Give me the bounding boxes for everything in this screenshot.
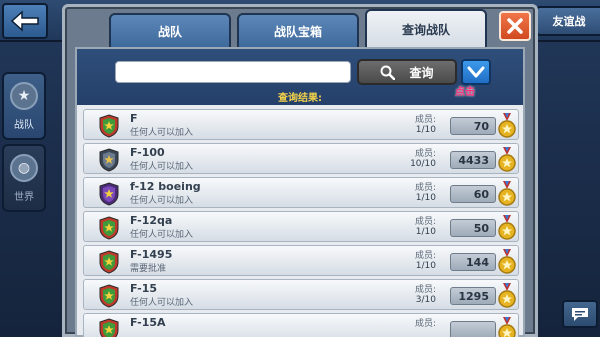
chat-button[interactable] [562, 300, 598, 328]
team-join-policy: 任何人可以加入 [130, 230, 194, 240]
members-count: 10/10 [410, 159, 436, 169]
team-row[interactable]: F-15A 成员: [83, 313, 519, 337]
back-button[interactable] [2, 3, 48, 39]
team-score: 4433 [450, 151, 496, 169]
medal-icon [498, 181, 516, 207]
team-name: F [130, 112, 138, 125]
back-arrow-icon [10, 10, 39, 32]
team-join-policy: 任何人可以加入 [130, 298, 194, 308]
search-button-label: 查询 [409, 65, 434, 80]
team-name: F-12qa [130, 214, 173, 227]
team-name: F-1495 [130, 248, 173, 261]
members-label: 成员: [414, 217, 436, 227]
members-label: 成员: [414, 285, 436, 295]
team-badge-icon [98, 148, 120, 172]
members-count: 3/10 [415, 295, 436, 305]
team-join-policy: 任何人可以加入 [130, 128, 194, 138]
members-count: 1/10 [415, 193, 436, 203]
team-score: 1295 [450, 287, 496, 305]
team-score: 50 [450, 219, 496, 237]
team-row[interactable]: F-100 任何人可以加入 成员: 10/10 4433 [83, 143, 519, 174]
filter-dropdown-button[interactable] [461, 59, 491, 85]
search-area: 查询 点击 查询结果: [77, 49, 523, 105]
medal-icon [498, 147, 516, 173]
team-row[interactable]: F-12qa 任何人可以加入 成员: 1/10 50 [83, 211, 519, 242]
team-shield-icon: ★ [10, 81, 38, 110]
team-name: F-100 [130, 146, 165, 159]
friendly-match-button[interactable]: 友谊战 [536, 6, 600, 36]
friendly-match-label: 友谊战 [552, 15, 586, 28]
medal-icon [498, 317, 516, 337]
team-row[interactable]: F-15 任何人可以加入 成员: 3/10 1295 [83, 279, 519, 310]
team-name: F-15 [130, 282, 158, 295]
close-icon [507, 18, 523, 34]
team-badge-icon [98, 284, 120, 308]
tab-label: 战队宝箱 [273, 24, 322, 39]
team-score: 70 [450, 117, 496, 135]
team-score: 60 [450, 185, 496, 203]
medal-icon [498, 283, 516, 309]
team-badge-icon [98, 318, 120, 337]
team-name: F-15A [130, 316, 166, 329]
team-badge-icon [98, 182, 120, 206]
team-join-policy: 任何人可以加入 [130, 162, 194, 172]
medal-icon [498, 113, 516, 139]
search-input[interactable] [115, 61, 351, 83]
team-name: f-12 boeing [130, 180, 201, 193]
search-icon [380, 65, 396, 80]
chevron-down-icon [467, 66, 485, 78]
team-score: 144 [450, 253, 496, 271]
team-row[interactable]: F 任何人可以加入 成员: 1/10 70 [83, 109, 519, 140]
members-count: 1/10 [415, 261, 436, 271]
side-tabs: ★ 战队 ◍ 世界 [2, 72, 48, 216]
team-badge-icon [98, 216, 120, 240]
team-join-policy: 需要批准 [130, 264, 167, 274]
team-dialog: 战队 战队宝箱 查询战队 查询 点击 查询结果: F 任何人可以加入 成员: 1… [62, 4, 538, 337]
team-badge-icon [98, 114, 120, 138]
medal-icon [498, 249, 516, 275]
tab-search-team[interactable]: 查询战队 [365, 9, 487, 47]
members-label: 成员: [414, 319, 436, 329]
close-button[interactable] [499, 11, 531, 41]
sidebar-item-label: 世界 [14, 191, 34, 203]
members-count: 1/10 [415, 227, 436, 237]
dialog-tabs: 战队 战队宝箱 查询战队 [109, 9, 493, 47]
tab-team-chest[interactable]: 战队宝箱 [237, 13, 359, 47]
search-content: 查询 点击 查询结果: F 任何人可以加入 成员: 1/10 70 F-100 … [75, 47, 525, 337]
sidebar-item-world[interactable]: ◍ 世界 [2, 144, 46, 212]
members-label: 成员: [414, 251, 436, 261]
sidebar-item-label: 战队 [14, 119, 34, 131]
sidebar-item-team[interactable]: ★ 战队 [2, 72, 46, 140]
chat-bubble-icon [572, 308, 588, 321]
team-badge-icon [98, 250, 120, 274]
members-count: 1/10 [415, 125, 436, 135]
team-score [450, 321, 496, 337]
search-button[interactable]: 查询 [357, 59, 457, 85]
results-label: 查询结果: [278, 93, 322, 104]
team-list: F 任何人可以加入 成员: 1/10 70 F-100 任何人可以加入 成员: … [83, 109, 519, 337]
team-row[interactable]: f-12 boeing 任何人可以加入 成员: 1/10 60 [83, 177, 519, 208]
tab-label: 查询战队 [401, 22, 450, 37]
tab-team[interactable]: 战队 [109, 13, 231, 47]
team-join-policy: 任何人可以加入 [130, 196, 194, 206]
team-row[interactable]: F-1495 需要批准 成员: 1/10 144 [83, 245, 519, 276]
globe-icon: ◍ [10, 153, 38, 182]
members-label: 成员: [414, 149, 436, 159]
members-label: 成员: [414, 115, 436, 125]
medal-icon [498, 215, 516, 241]
tab-label: 战队 [157, 24, 182, 39]
members-label: 成员: [414, 183, 436, 193]
